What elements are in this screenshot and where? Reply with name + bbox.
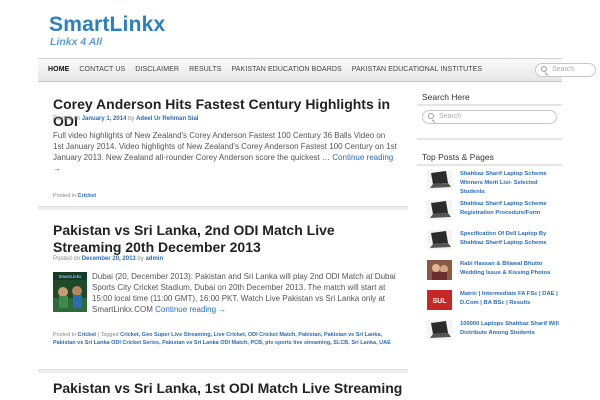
photo-thumbnail-icon (427, 260, 452, 280)
sidebar-search-input[interactable]: Search (422, 110, 557, 124)
nav-item-home[interactable]: HOME (38, 59, 74, 81)
result-banner-icon: SUL (427, 290, 452, 310)
top-post-link[interactable]: 100000 Laptops Shahbaz Sharif Will Distr… (460, 320, 560, 338)
top-post-item[interactable]: Shahbaz Sharif Laptop Scheme Registratio… (425, 200, 560, 230)
top-post-link[interactable]: Shahbaz Sharif Laptop Scheme Winners Mer… (460, 170, 560, 197)
top-posts-widget-title: Top Posts & Pages (422, 152, 494, 162)
top-post-link[interactable]: Matric | Intermediate FA FSc | DAE | D.C… (460, 290, 560, 308)
search-icon (541, 66, 547, 72)
widget-divider (417, 138, 562, 140)
laptop-icon (427, 230, 452, 250)
site-title[interactable]: SmartLinkx (49, 13, 165, 37)
post-title[interactable]: Pakistan vs Sri Lanka, 1st ODI Match Liv… (53, 380, 403, 400)
nav-item-pakistan-education-boards[interactable]: PAKISTAN EDUCATION BOARDS (227, 59, 347, 81)
nav-item-disclaimer[interactable]: DISCLAIMER (130, 59, 184, 81)
main-nav: HOME CONTACT US DISCLAIMER RESULTS PAKIS… (38, 58, 596, 82)
top-post-link[interactable]: Rabi Hassan & Bilawal Bhutto Wedding Iss… (460, 260, 560, 278)
search-icon (428, 113, 434, 119)
top-post-item[interactable]: Rabi Hassan & Bilawal Bhutto Wedding Iss… (425, 260, 560, 290)
site-tagline: Linkx 4 All (50, 36, 103, 48)
nav-search-placeholder: Search (552, 66, 575, 73)
nav-item-contact-us[interactable]: CONTACT US (74, 59, 130, 81)
site-header: SmartLinkx Linkx 4 All (0, 0, 600, 56)
laptop-icon (427, 170, 452, 190)
nav-search-input[interactable]: Search (535, 63, 596, 77)
top-post-link[interactable]: Shahbaz Sharif Laptop Scheme Registratio… (460, 200, 560, 218)
laptop-icon (427, 320, 452, 340)
widget-divider (417, 104, 562, 106)
widget-divider (417, 164, 562, 166)
nav-item-results[interactable]: RESULTS (184, 59, 226, 81)
post-article: Pakistan vs Sri Lanka, 1st ODI Match Liv… (38, 84, 408, 400)
laptop-icon (427, 200, 452, 220)
result-banner-text: SUL (433, 298, 448, 305)
top-post-link[interactable]: Specification Of Dell Laptop By Shahbaz … (460, 230, 560, 248)
top-post-item[interactable]: Shahbaz Sharif Laptop Scheme Winners Mer… (425, 170, 560, 200)
top-post-item[interactable]: Specification Of Dell Laptop By Shahbaz … (425, 230, 560, 260)
sidebar: Search Here Search Top Posts & Pages Sha… (417, 84, 562, 400)
nav-item-pakistan-educational-institutes[interactable]: PAKISTAN EDUCATIONAL INSTITUTES (347, 59, 487, 81)
main-content: Corey Anderson Hits Fastest Century High… (38, 84, 408, 400)
sidebar-search-placeholder: Search (439, 113, 462, 120)
top-post-item[interactable]: SUL Matric | Intermediate FA FSc | DAE |… (425, 290, 560, 320)
top-post-item[interactable]: 100000 Laptops Shahbaz Sharif Will Distr… (425, 320, 560, 350)
search-widget-title: Search Here (422, 92, 470, 102)
